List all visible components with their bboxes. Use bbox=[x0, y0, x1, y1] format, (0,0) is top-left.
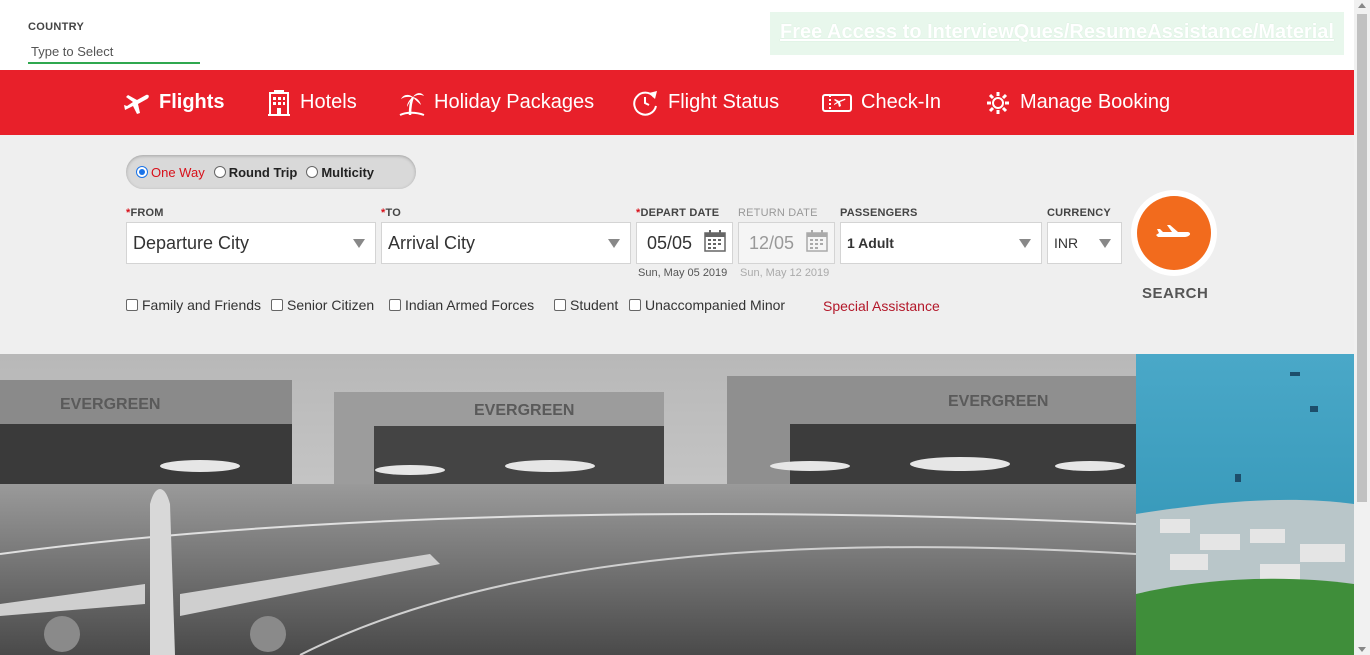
depart-date-full: Sun, May 05 2019 bbox=[638, 267, 728, 279]
nav-holiday-packages[interactable]: Holiday Packages bbox=[398, 70, 594, 135]
main-nav: Flights Hotels Holiday Packages Flight S… bbox=[0, 70, 1354, 135]
return-date-input[interactable]: 12/05 bbox=[738, 222, 835, 264]
currency-label: CURRENCY bbox=[1047, 207, 1111, 219]
hero-banner: EVERGREEN EVERGREEN EVERGREEN bbox=[0, 354, 1354, 655]
special-assistance-link[interactable]: Special Assistance bbox=[823, 298, 940, 314]
to-select[interactable]: Arrival City bbox=[381, 222, 631, 264]
radio-round-trip[interactable] bbox=[213, 166, 226, 178]
page-scrollbar[interactable] bbox=[1354, 0, 1370, 655]
depart-date-input[interactable]: 05/05 bbox=[636, 222, 733, 264]
trip-type-toggle: One Way Round Trip Multicity bbox=[126, 155, 416, 189]
depart-date-label: *DEPART DATE bbox=[636, 207, 720, 219]
nav-label: Flight Status bbox=[668, 91, 780, 113]
nav-label: Manage Booking bbox=[1020, 91, 1171, 113]
nav-flights[interactable]: Flights bbox=[123, 70, 225, 135]
calendar-icon[interactable] bbox=[806, 230, 828, 252]
check-senior-citizen[interactable]: Senior Citizen bbox=[271, 297, 374, 313]
hangar-sign: EVERGREEN bbox=[948, 393, 1048, 410]
nav-label: Holiday Packages bbox=[434, 91, 595, 113]
calendar-icon[interactable] bbox=[704, 230, 726, 252]
from-label: *FROM bbox=[126, 207, 164, 219]
clock-plane-icon bbox=[633, 90, 657, 116]
check-armed-forces[interactable]: Indian Armed Forces bbox=[389, 297, 534, 313]
scrollbar-thumb[interactable] bbox=[1357, 14, 1367, 502]
ticket-icon bbox=[822, 93, 852, 112]
search-label: SEARCH bbox=[1142, 285, 1209, 302]
promo-banner: Free Access to InterviewQues/ResumeAssis… bbox=[770, 12, 1344, 55]
nav-manage-booking[interactable]: Manage Booking bbox=[984, 70, 1170, 135]
return-date-full: Sun, May 12 2019 bbox=[740, 267, 830, 279]
hero-image: EVERGREEN EVERGREEN EVERGREEN bbox=[0, 354, 1354, 655]
plane-icon bbox=[124, 94, 149, 114]
hotel-building-icon bbox=[268, 89, 290, 116]
palm-tree-icon bbox=[399, 92, 425, 116]
trip-round-trip[interactable]: Round Trip bbox=[213, 165, 297, 180]
check-student[interactable]: Student bbox=[554, 297, 618, 313]
from-select[interactable]: Departure City bbox=[126, 222, 376, 264]
passengers-select[interactable]: 1 Adult bbox=[840, 222, 1042, 264]
radio-multicity[interactable] bbox=[306, 166, 319, 178]
nav-check-in[interactable]: Check-In bbox=[821, 70, 941, 135]
chevron-down-icon bbox=[608, 239, 620, 248]
hangar-sign: EVERGREEN bbox=[60, 396, 160, 413]
chevron-down-icon bbox=[353, 239, 365, 248]
radio-one-way[interactable] bbox=[136, 166, 148, 178]
country-label: COUNTRY bbox=[28, 21, 85, 33]
search-button[interactable] bbox=[1131, 190, 1217, 276]
nav-label: Check-In bbox=[861, 91, 942, 113]
nav-flight-status[interactable]: Flight Status bbox=[632, 70, 779, 135]
chevron-down-icon bbox=[1099, 239, 1111, 248]
return-date-label: RETURN DATE bbox=[738, 207, 818, 219]
gear-icon bbox=[987, 91, 1009, 114]
currency-select[interactable]: INR bbox=[1047, 222, 1122, 264]
check-family-friends[interactable]: Family and Friends bbox=[126, 297, 261, 313]
nav-label: Flights bbox=[159, 91, 225, 113]
chevron-down-icon bbox=[1019, 239, 1031, 248]
to-label: *TO bbox=[381, 207, 401, 219]
scroll-down-icon[interactable] bbox=[1358, 647, 1366, 652]
trip-multicity[interactable]: Multicity bbox=[306, 165, 374, 180]
trip-one-way[interactable]: One Way bbox=[136, 165, 205, 180]
check-unaccompanied-minor[interactable]: Unaccompanied Minor bbox=[629, 297, 785, 313]
passengers-label: PASSENGERS bbox=[840, 207, 918, 219]
nav-label: Hotels bbox=[300, 91, 357, 113]
plane-icon bbox=[1156, 225, 1191, 237]
country-input[interactable] bbox=[28, 40, 200, 64]
hangar-sign: EVERGREEN bbox=[474, 402, 574, 419]
top-bar: COUNTRY Free Access to InterviewQues/Res… bbox=[0, 0, 1354, 70]
promo-link[interactable]: Free Access to InterviewQues/ResumeAssis… bbox=[770, 12, 1344, 53]
nav-hotels[interactable]: Hotels bbox=[266, 70, 357, 135]
scroll-up-icon[interactable] bbox=[1358, 3, 1366, 8]
search-panel: One Way Round Trip Multicity *FROM Depar… bbox=[0, 135, 1354, 354]
